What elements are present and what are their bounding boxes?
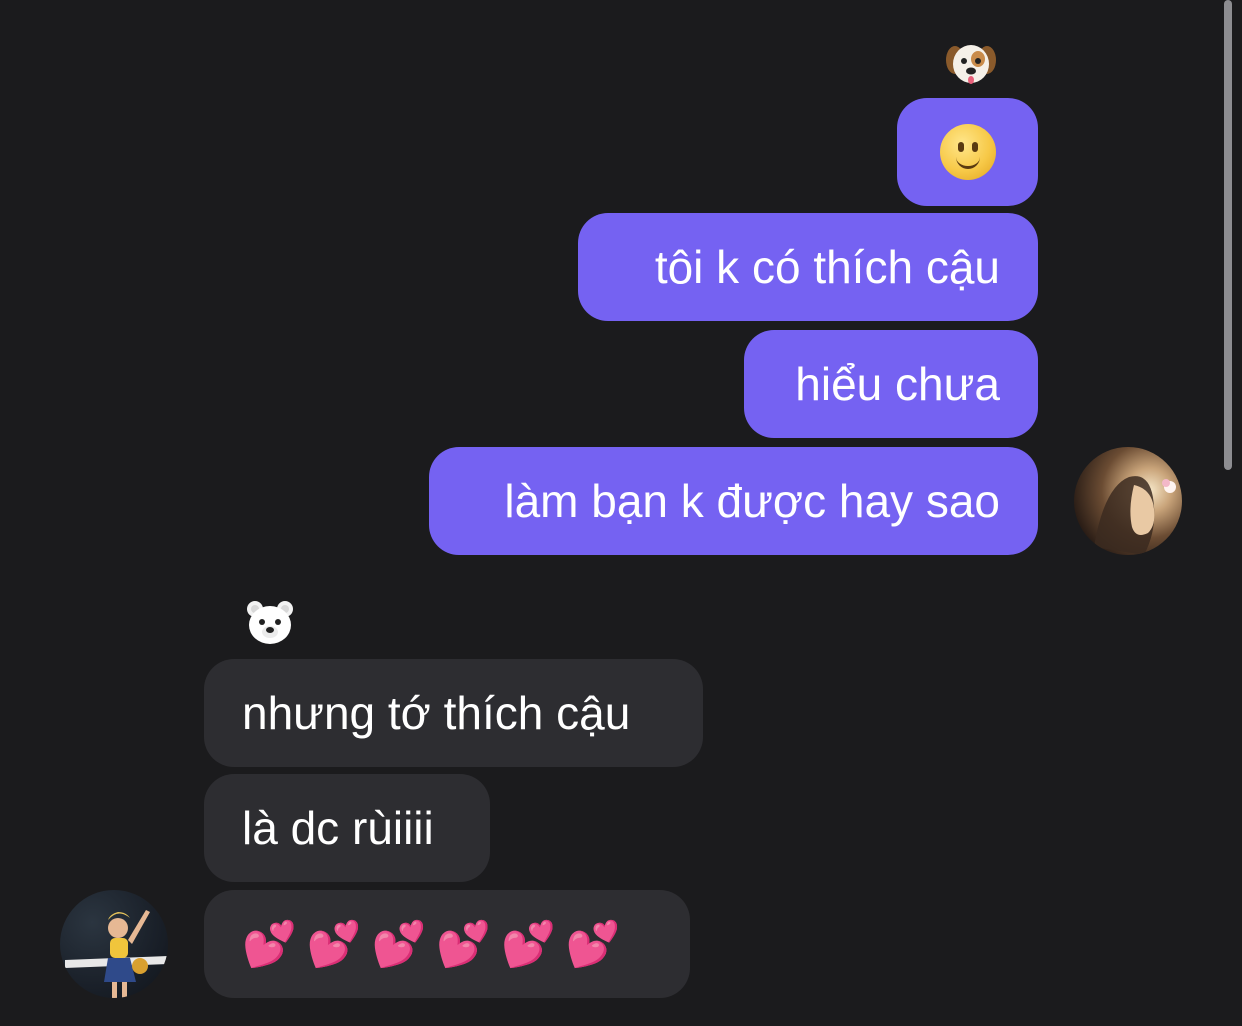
- received-message-bubble[interactable]: nhưng tớ thích cậu: [204, 659, 703, 767]
- contact-avatar[interactable]: [60, 890, 168, 998]
- sent-message-bubble[interactable]: hiểu chưa: [744, 330, 1038, 438]
- received-message-bubble[interactable]: là dc rùiiii: [204, 774, 490, 882]
- message-text: nhưng tớ thích cậu: [242, 687, 631, 739]
- message-text: là dc rùiiii: [242, 802, 434, 854]
- sent-message-emoji[interactable]: [897, 98, 1038, 206]
- polar-bear-icon[interactable]: [244, 598, 296, 646]
- sent-message-bubble[interactable]: tôi k có thích cậu: [578, 213, 1038, 321]
- message-text: làm bạn k được hay sao: [504, 475, 1000, 527]
- two-hearts-icon: 💕💕💕💕💕💕: [242, 919, 631, 970]
- user-avatar[interactable]: [1074, 447, 1182, 555]
- scrollbar[interactable]: [1224, 0, 1232, 470]
- received-message-bubble[interactable]: 💕💕💕💕💕💕: [204, 890, 690, 998]
- dog-face-icon[interactable]: [945, 40, 997, 88]
- message-text: tôi k có thích cậu: [654, 241, 1000, 293]
- sent-message-bubble[interactable]: làm bạn k được hay sao: [429, 447, 1038, 555]
- message-text: hiểu chưa: [795, 358, 1000, 410]
- slightly-smiling-face-icon: [939, 124, 996, 180]
